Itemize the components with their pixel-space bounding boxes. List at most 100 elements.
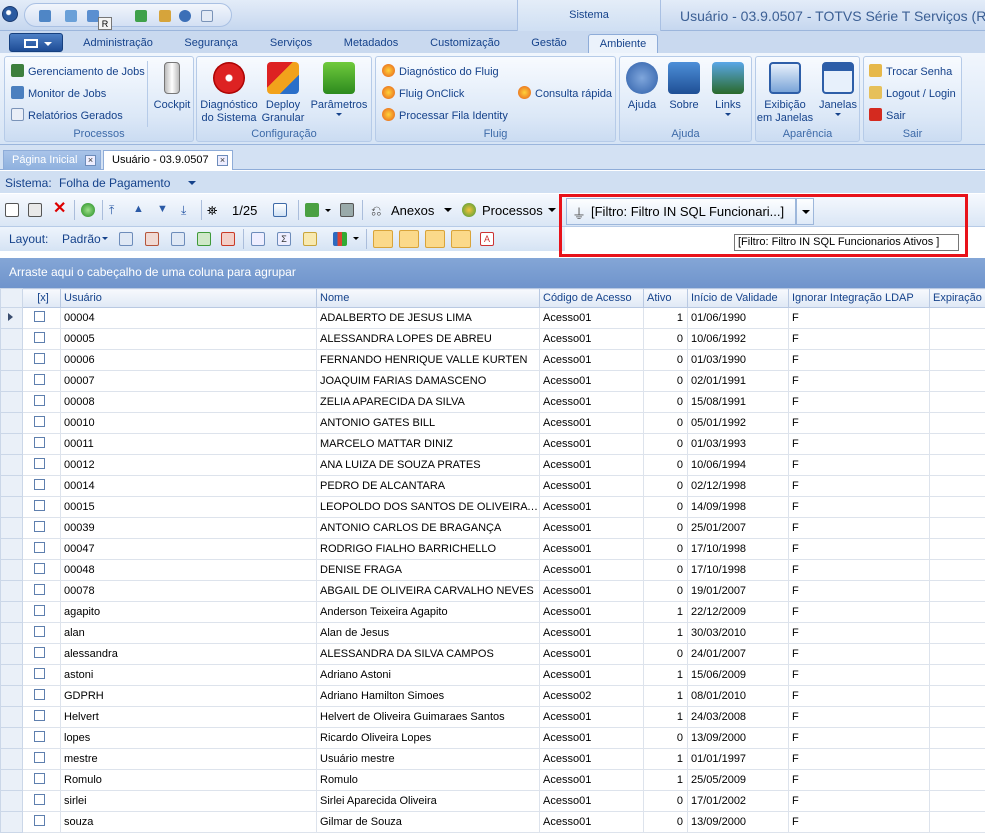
export-icon[interactable]	[305, 203, 319, 217]
cell-usuario[interactable]: astoni	[60, 664, 317, 686]
row-checkbox[interactable]	[34, 794, 45, 805]
cell-expiracao[interactable]	[929, 622, 985, 644]
row-checkbox[interactable]	[34, 815, 45, 826]
cell-ativo[interactable]: 0	[643, 412, 688, 434]
tab-metadados[interactable]: Metadados	[332, 34, 410, 53]
chevron-down-icon[interactable]	[353, 237, 359, 240]
row-checkbox[interactable]	[34, 584, 45, 595]
cell-ignorar-ldap[interactable]: F	[788, 748, 930, 770]
cell-usuario[interactable]: alessandra	[60, 643, 317, 665]
cell-nome[interactable]: JOAQUIM FARIAS DAMASCENO	[316, 370, 540, 392]
cell-ignorar-ldap[interactable]: F	[788, 412, 930, 434]
cell-expiracao[interactable]	[929, 475, 985, 497]
cell-inicio-validade[interactable]: 13/09/2000	[687, 811, 789, 833]
chevron-down-icon[interactable]	[548, 208, 556, 212]
cell-ativo[interactable]: 1	[643, 706, 688, 728]
cell-nome[interactable]: DENISE FRAGA	[316, 559, 540, 581]
cell-ativo[interactable]: 0	[643, 433, 688, 455]
layout-delete-icon[interactable]	[145, 232, 159, 246]
row-checkbox[interactable]	[34, 374, 45, 385]
row-checkbox[interactable]	[34, 647, 45, 658]
cell-ativo[interactable]: 0	[643, 328, 688, 350]
sobre-button[interactable]: Sobre	[664, 62, 704, 112]
cell-inicio-validade[interactable]: 15/08/1991	[687, 391, 789, 413]
row-checkbox[interactable]	[34, 311, 45, 322]
cell-inicio-validade[interactable]: 08/01/2010	[687, 685, 789, 707]
row-checkbox[interactable]	[34, 479, 45, 490]
table-row[interactable]: souza Gilmar de Souza Acesso01 0 13/09/2000 F	[0, 811, 985, 833]
tab-ambiente[interactable]: Ambiente	[588, 34, 658, 53]
cell-ignorar-ldap[interactable]: F	[788, 580, 930, 602]
cell-nome[interactable]: Usuário mestre	[316, 748, 540, 770]
row-checkbox[interactable]	[34, 542, 45, 553]
table-row[interactable]: 00008 ZELIA APARECIDA DA SILVA Acesso01 0 15…	[0, 391, 985, 413]
cell-ignorar-ldap[interactable]: F	[788, 706, 930, 728]
row-checkbox[interactable]	[34, 521, 45, 532]
row-indicator[interactable]	[0, 370, 23, 392]
row-indicator[interactable]	[0, 643, 23, 665]
cell-ignorar-ldap[interactable]: F	[788, 769, 930, 791]
cell-codigo-acesso[interactable]: Acesso01	[539, 769, 644, 791]
cell-usuario[interactable]: agapito	[60, 601, 317, 623]
cell-codigo-acesso[interactable]: Acesso01	[539, 706, 644, 728]
tab-administracao[interactable]: Administração	[72, 34, 164, 53]
globe-icon[interactable]	[179, 10, 191, 22]
processos-button[interactable]: Processos	[482, 203, 543, 218]
cell-expiracao[interactable]	[929, 790, 985, 812]
cell-expiracao[interactable]	[929, 685, 985, 707]
cell-usuario[interactable]: 00008	[60, 391, 317, 413]
column-header-inicio-validade[interactable]: Início de Validade	[687, 288, 789, 308]
table-row[interactable]: Helvert Helvert de Oliveira Guimaraes San…	[0, 706, 985, 728]
cell-inicio-validade[interactable]: 24/03/2008	[687, 706, 789, 728]
parametros-button[interactable]: Parâmetros	[309, 62, 369, 116]
table-row[interactable]: 00015 LEOPOLDO DOS SANTOS DE OLIVEIRA NE.…	[0, 496, 985, 518]
cell-codigo-acesso[interactable]: Acesso01	[539, 454, 644, 476]
cell-nome[interactable]: LEOPOLDO DOS SANTOS DE OLIVEIRA NE...	[316, 496, 540, 518]
cell-expiracao[interactable]	[929, 559, 985, 581]
cell-ignorar-ldap[interactable]: F	[788, 328, 930, 350]
cell-codigo-acesso[interactable]: Acesso01	[539, 727, 644, 749]
cockpit-button[interactable]: Cockpit	[151, 62, 193, 112]
filter-row-icon[interactable]	[251, 232, 265, 246]
edit-icon[interactable]	[28, 203, 42, 217]
row-indicator[interactable]	[0, 580, 23, 602]
binoculars-icon[interactable]: ⛯	[207, 203, 221, 218]
cell-usuario[interactable]: souza	[60, 811, 317, 833]
cell-codigo-acesso[interactable]: Acesso01	[539, 328, 644, 350]
cell-inicio-validade[interactable]: 17/10/1998	[687, 538, 789, 560]
column-header-select[interactable]: [x]	[22, 288, 61, 308]
cell-usuario[interactable]: lopes	[60, 727, 317, 749]
row-indicator[interactable]	[0, 412, 23, 434]
table-row[interactable]: 00047 RODRIGO FIALHO BARRICHELLO Acesso01 0…	[0, 538, 985, 560]
cell-expiracao[interactable]	[929, 706, 985, 728]
table-row[interactable]: 00039 ANTONIO CARLOS DE BRAGANÇA Acesso01 0…	[0, 517, 985, 539]
row-indicator[interactable]	[0, 559, 23, 581]
cell-ativo[interactable]: 0	[643, 538, 688, 560]
cell-usuario[interactable]: 00078	[60, 580, 317, 602]
cell-expiracao[interactable]	[929, 748, 985, 770]
row-indicator[interactable]	[0, 769, 23, 791]
cell-expiracao[interactable]	[929, 769, 985, 791]
cell-ativo[interactable]: 1	[643, 307, 688, 329]
cell-ignorar-ldap[interactable]: F	[788, 685, 930, 707]
row-indicator[interactable]	[0, 685, 23, 707]
row-checkbox[interactable]	[34, 437, 45, 448]
cell-usuario[interactable]: 00015	[60, 496, 317, 518]
cell-inicio-validade[interactable]: 02/01/1991	[687, 370, 789, 392]
diagnostico-fluig-button[interactable]: Diagnóstico do Fluig	[382, 64, 499, 78]
table-row[interactable]: mestre Usuário mestre Acesso01 1 01/01/1997 F	[0, 748, 985, 770]
cell-usuario[interactable]: 00006	[60, 349, 317, 371]
cell-nome[interactable]: Helvert de Oliveira Guimaraes Santos	[316, 706, 540, 728]
delete-icon[interactable]: ✕	[53, 201, 67, 217]
cell-inicio-validade[interactable]: 14/09/1998	[687, 496, 789, 518]
tab-usuario[interactable]: Usuário - 03.9.0507 ×	[103, 150, 233, 170]
table-row[interactable]: alan Alan de Jesus Acesso01 1 30/03/2010 F	[0, 622, 985, 644]
table-row[interactable]: Romulo Romulo Acesso01 1 25/05/2009 F	[0, 769, 985, 791]
cell-usuario[interactable]: 00004	[60, 307, 317, 329]
diagnostico-sistema-button[interactable]: Diagnóstico do Sistema	[199, 62, 259, 125]
cell-expiracao[interactable]	[929, 328, 985, 350]
cell-ativo[interactable]: 0	[643, 643, 688, 665]
cell-ignorar-ldap[interactable]: F	[788, 664, 930, 686]
consulta-rapida-button[interactable]: Consulta rápida	[518, 86, 612, 100]
cell-usuario[interactable]: GDPRH	[60, 685, 317, 707]
